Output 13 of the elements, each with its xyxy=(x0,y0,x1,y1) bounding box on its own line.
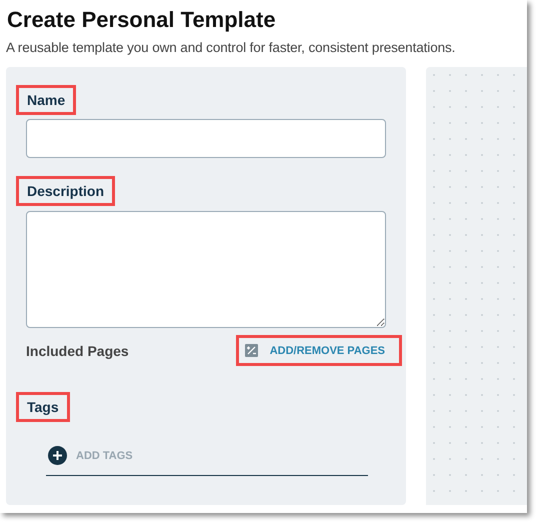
add-tags-button[interactable]: ADD TAGS xyxy=(76,450,133,462)
description-label: Description xyxy=(16,176,116,206)
name-field[interactable] xyxy=(26,119,386,158)
pages-icon xyxy=(244,344,258,357)
tags-label: Tags xyxy=(16,392,70,422)
page-subtitle: A reusable template you own and control for faster, consistent presentations. xyxy=(6,40,456,55)
add-remove-pages-button[interactable]: ADD/REMOVE PAGES xyxy=(236,335,402,366)
description-field[interactable] xyxy=(26,211,386,328)
tags-field[interactable]: ADD TAGS xyxy=(46,446,368,476)
page-title: Create Personal Template xyxy=(7,6,277,34)
included-pages-label: Included Pages xyxy=(26,342,129,358)
add-icon xyxy=(48,446,67,465)
name-label: Name xyxy=(16,85,76,115)
